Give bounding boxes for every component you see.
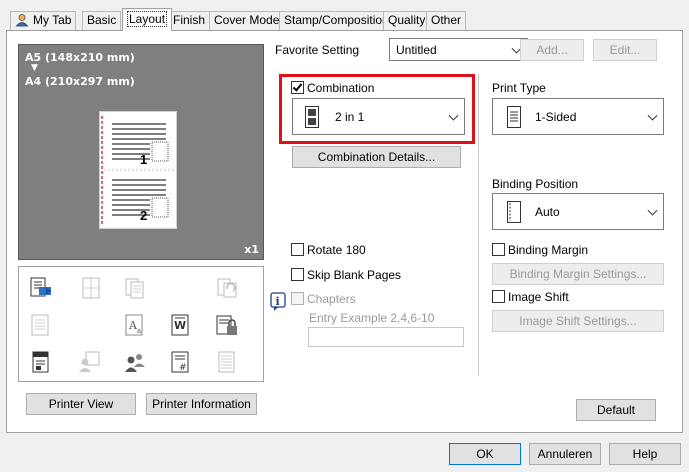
rotate-180-label: Rotate 180 — [307, 243, 366, 257]
image-shift-label: Image Shift — [508, 290, 569, 304]
printer-output-icon[interactable] — [29, 275, 53, 301]
chapters-label: Chapters — [307, 292, 356, 306]
chapters-checkbox[interactable] — [291, 292, 304, 305]
skip-blank-pages-label: Skip Blank Pages — [307, 268, 402, 282]
user-icon — [15, 13, 29, 27]
text-lines-icon[interactable] — [29, 312, 53, 338]
tab-other[interactable]: Other — [426, 11, 467, 30]
tab-layout[interactable]: Layout — [122, 8, 173, 31]
arrow-down-icon: ▼ — [31, 63, 38, 73]
preview-sheet: 1 2 — [99, 111, 177, 229]
chevron-down-icon — [647, 110, 658, 121]
combination-details-button[interactable]: Combination Details... — [292, 146, 461, 168]
report-icon[interactable] — [215, 349, 239, 375]
account-users-icon[interactable] — [123, 349, 147, 375]
watermark-icon[interactable]: W — [169, 312, 193, 338]
svg-text:a: a — [137, 327, 141, 335]
page-number-2: 2 — [140, 208, 148, 223]
binding-margin-checkbox[interactable] — [492, 243, 505, 256]
info-icon[interactable]: i — [270, 292, 286, 312]
svg-text:W: W — [174, 319, 186, 332]
cover-sheet-icon[interactable] — [29, 349, 53, 375]
numbering-icon[interactable]: # — [169, 349, 193, 375]
print-preview: A5 (148x210 mm) ▼ A4 (210x297 mm) 1 2 x1 — [18, 44, 264, 260]
default-button[interactable]: Default — [576, 399, 656, 421]
tab-bar: My Tab Basic Layout Finish Cover Mode St… — [0, 0, 689, 31]
tab-finish[interactable]: Finish — [168, 11, 211, 30]
entry-example-label: Entry Example 2,4,6-10 — [309, 311, 435, 325]
tab-cover-mode[interactable]: Cover Mode — [209, 11, 285, 30]
rotate-180-checkbox[interactable] — [291, 243, 304, 256]
single-sided-page-icon — [507, 106, 521, 131]
svg-text:i: i — [276, 295, 280, 308]
poster-icon[interactable] — [79, 275, 103, 301]
booklet-icon[interactable] — [123, 275, 147, 301]
print-type-label: Print Type — [492, 81, 546, 95]
tab-stamp-composition[interactable]: Stamp/Composition — [279, 11, 394, 30]
svg-text:#: # — [179, 363, 187, 373]
image-shift-checkbox[interactable] — [492, 290, 505, 303]
binding-position-dropdown[interactable]: Auto — [492, 193, 664, 230]
help-button[interactable]: Help — [609, 443, 681, 465]
tab-my-tab[interactable]: My Tab — [10, 11, 77, 30]
binding-left-icon — [507, 201, 521, 226]
rotate-page-icon[interactable] — [215, 275, 239, 301]
tab-basic[interactable]: Basic — [82, 11, 122, 30]
source-size: A5 (148x210 mm) — [25, 51, 135, 64]
page-number-1: 1 — [140, 152, 148, 167]
target-size: A4 (210x297 mm) — [25, 75, 135, 88]
add-button[interactable]: Add... — [520, 39, 584, 61]
image-shift-settings-button[interactable]: Image Shift Settings... — [492, 310, 664, 332]
tab-quality[interactable]: Quality — [383, 11, 431, 30]
ok-button[interactable]: OK — [449, 443, 521, 465]
favorite-setting-label: Favorite Setting — [275, 43, 360, 57]
column-separator — [478, 74, 479, 376]
chapters-input[interactable] — [308, 327, 464, 347]
cancel-button[interactable]: Annuleren — [529, 443, 601, 465]
binding-margin-settings-button[interactable]: Binding Margin Settings... — [492, 263, 664, 285]
printer-information-button[interactable]: Printer Information — [146, 393, 257, 415]
secure-print-icon[interactable] — [215, 312, 239, 338]
skip-blank-pages-checkbox[interactable] — [291, 268, 304, 281]
user-stamp-icon[interactable] — [77, 349, 101, 375]
edit-button[interactable]: Edit... — [593, 39, 657, 61]
function-icon-grid: Aa W # — [18, 266, 264, 382]
copies-count: x1 — [244, 243, 259, 256]
print-type-dropdown[interactable]: 1-Sided — [492, 98, 664, 135]
chevron-down-icon — [647, 205, 658, 216]
binding-position-label: Binding Position — [492, 177, 579, 191]
favorite-setting-dropdown[interactable]: Untitled — [389, 38, 528, 61]
binding-margin-label: Binding Margin — [508, 243, 589, 257]
page-content-icon — [101, 116, 174, 226]
font-icon[interactable]: Aa — [123, 312, 147, 338]
printer-view-button[interactable]: Printer View — [26, 393, 136, 415]
highlight-box — [279, 74, 475, 144]
